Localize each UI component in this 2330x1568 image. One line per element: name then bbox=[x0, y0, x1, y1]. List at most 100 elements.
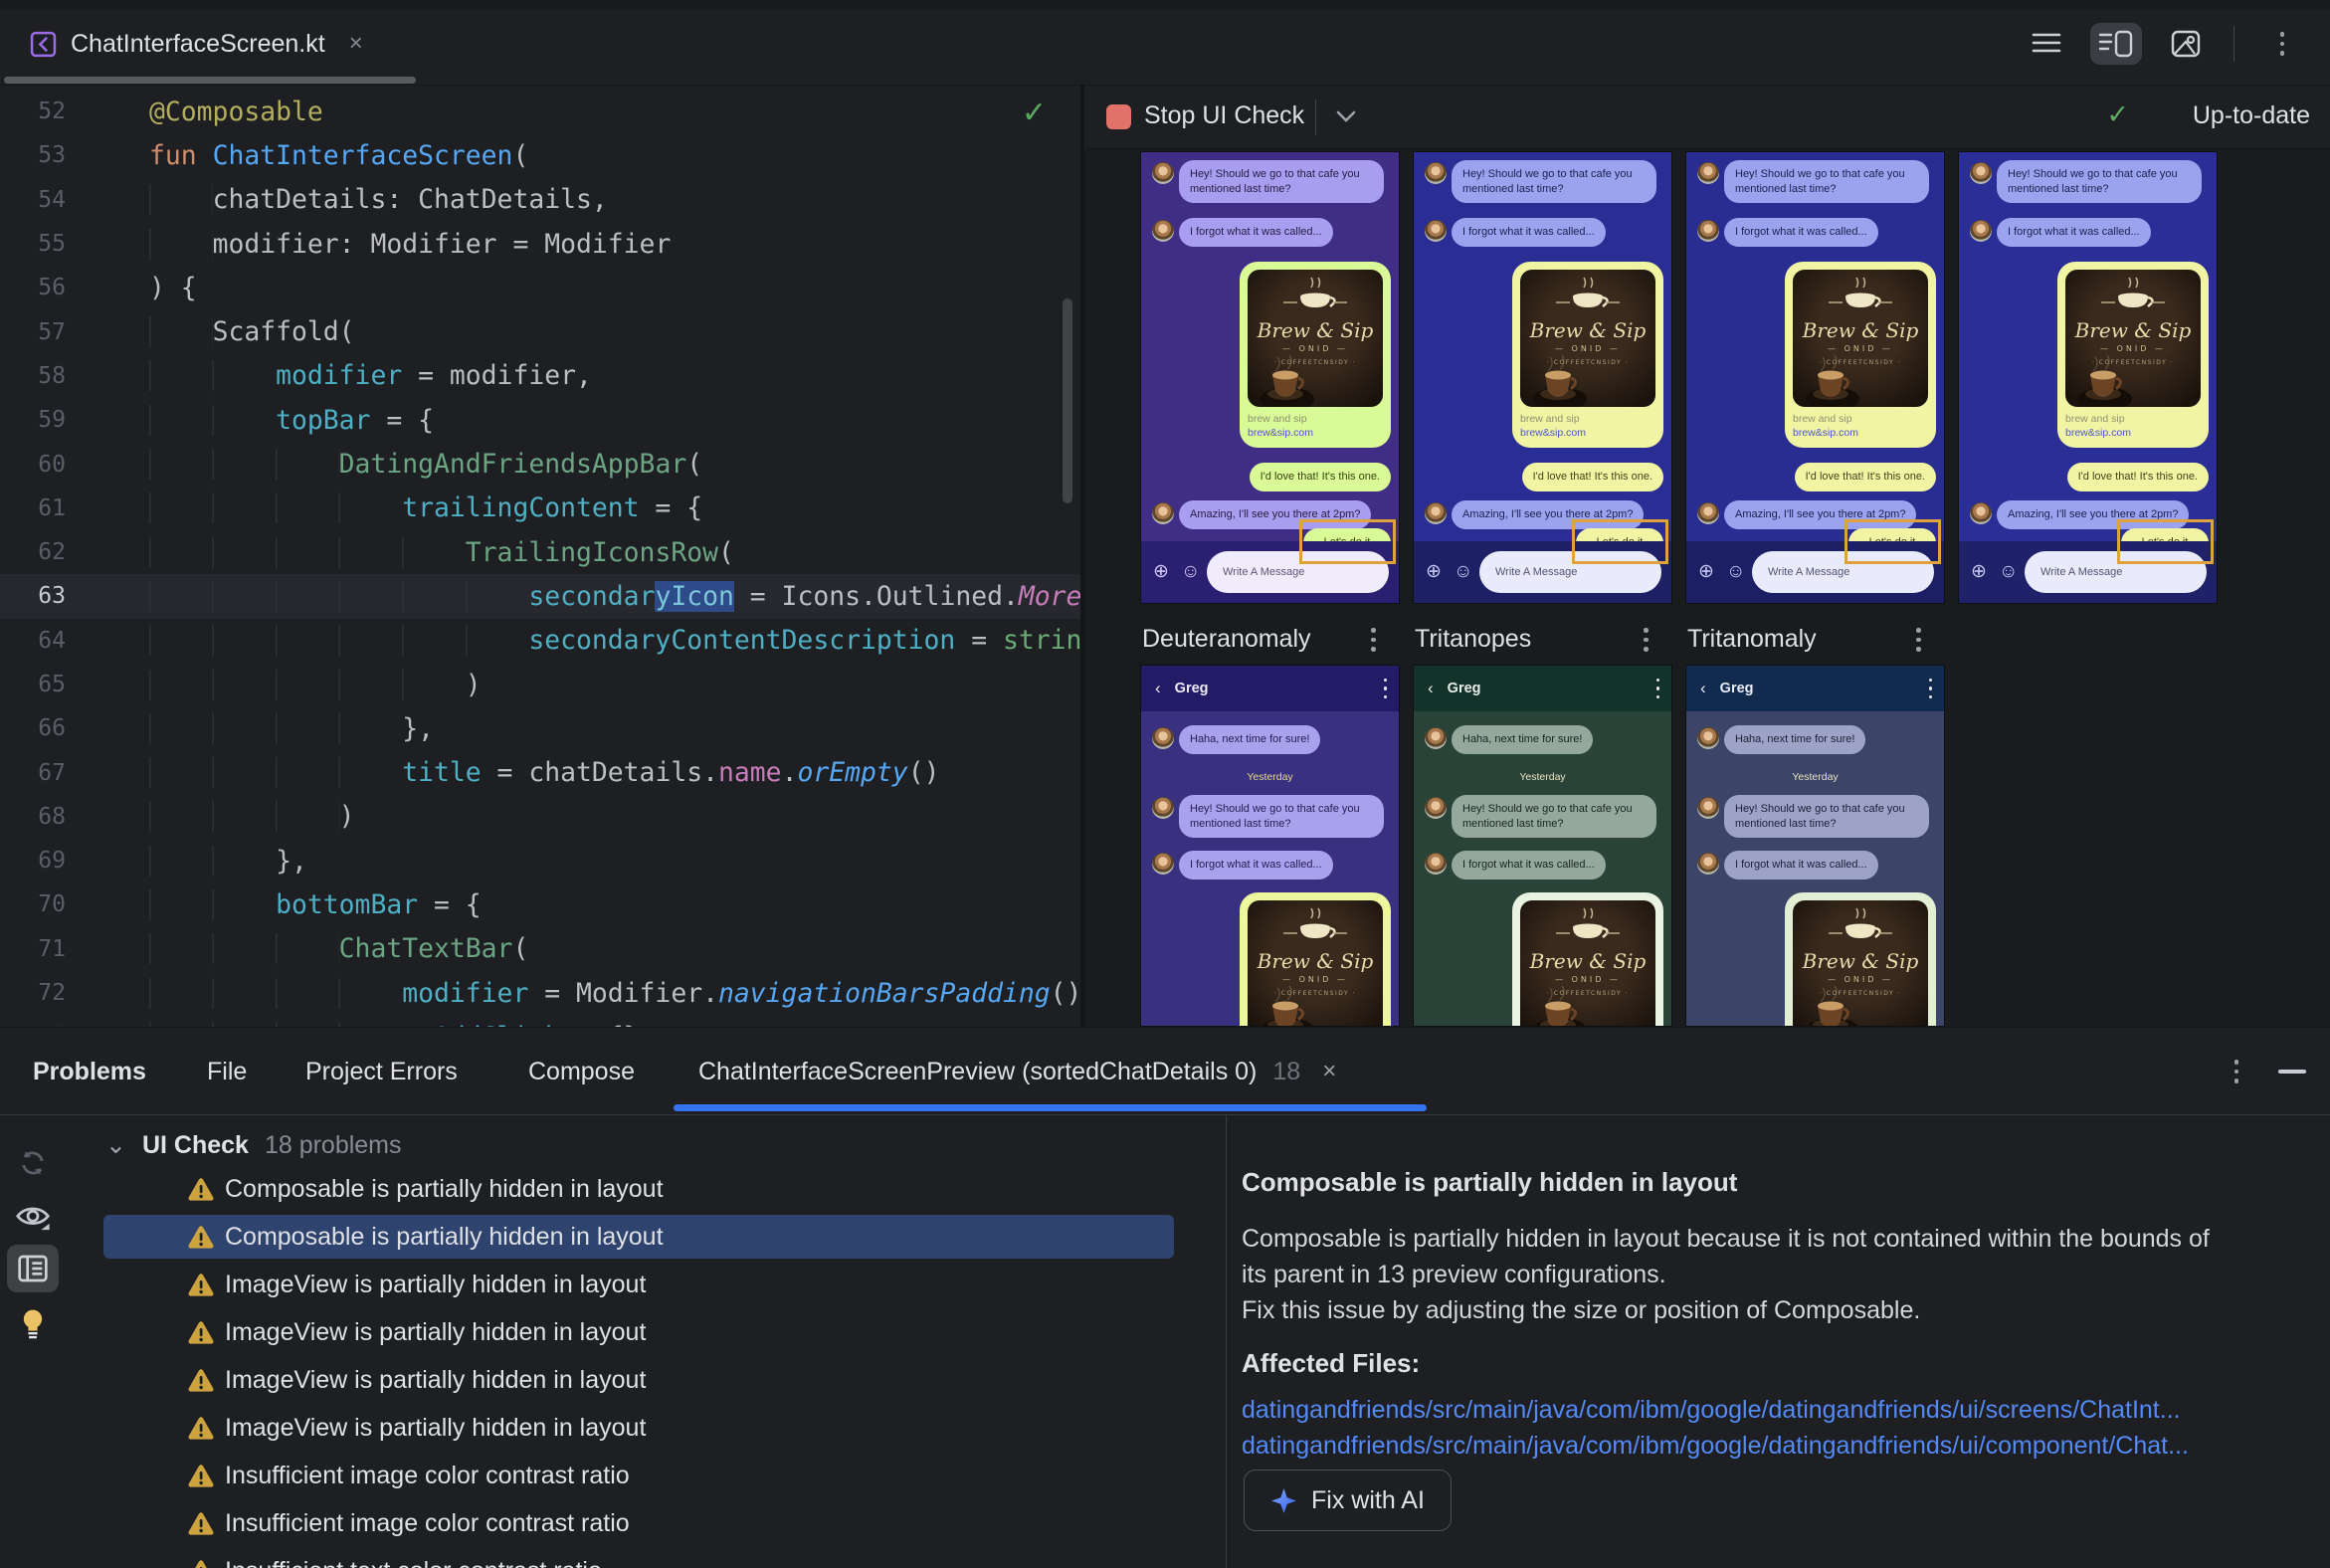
emoji-icon[interactable]: ☺ bbox=[1726, 562, 1745, 581]
line-number: 72 bbox=[38, 980, 66, 1007]
tab-compose[interactable]: Compose bbox=[528, 1028, 635, 1115]
design-view-icon[interactable] bbox=[2160, 23, 2212, 65]
affected-file-link[interactable]: datingandfriends/src/main/java/com/ibm/g… bbox=[1242, 1428, 2189, 1464]
tab-close-icon[interactable]: × bbox=[1322, 1058, 1336, 1085]
editor-options-kebab-icon[interactable] bbox=[2256, 23, 2308, 65]
chat-menu-kebab-icon[interactable] bbox=[1655, 678, 1659, 699]
emoji-icon[interactable]: ☺ bbox=[1999, 562, 2018, 581]
chevron-down-icon[interactable]: ⌄ bbox=[105, 1130, 126, 1160]
affected-file-link[interactable]: datingandfriends/src/main/java/com/ibm/g… bbox=[1242, 1392, 2189, 1428]
code-token: modifier bbox=[402, 977, 529, 1009]
problems-options-kebab-icon[interactable] bbox=[2233, 1060, 2238, 1083]
code-token: }, bbox=[276, 845, 307, 877]
list-details-divider[interactable] bbox=[1226, 1115, 1227, 1568]
chat-bubble: Hey! Should we go to that cafe you menti… bbox=[1452, 795, 1656, 838]
problem-item[interactable]: ImageView is partially hidden in layout bbox=[103, 1263, 1174, 1306]
uicheck-tree-root[interactable]: ⌄ UI Check 18 problems bbox=[103, 1123, 1174, 1167]
code-line[interactable]: 72 modifier = Modifier.navigationBarsPad… bbox=[0, 971, 1080, 1015]
chat-menu-kebab-icon[interactable] bbox=[1383, 678, 1387, 699]
stop-icon[interactable] bbox=[1106, 104, 1131, 129]
problem-item[interactable]: ImageView is partially hidden in layout bbox=[103, 1310, 1174, 1354]
code-line[interactable]: 62 TrailingIconsRow( bbox=[0, 530, 1080, 574]
back-icon[interactable]: ‹ bbox=[1700, 679, 1706, 698]
card-link[interactable]: brew&sip.com bbox=[2065, 427, 2201, 439]
code-line[interactable]: 68 ) bbox=[0, 795, 1080, 839]
preview-config-kebab-icon[interactable] bbox=[1916, 628, 1921, 652]
svg-text:Brew & Sip: Brew & Sip bbox=[1802, 318, 1919, 342]
chevron-down-icon[interactable] bbox=[1335, 109, 1357, 123]
code-line[interactable]: 58 modifier = modifier, bbox=[0, 354, 1080, 398]
shared-link-card[interactable]: Brew & Sip— ONID —· COFFEETCNSIDY ·brew … bbox=[1240, 262, 1391, 448]
card-link[interactable]: brew&sip.com bbox=[1520, 427, 1655, 439]
tab-close-icon[interactable]: × bbox=[349, 30, 363, 58]
code-line[interactable]: 56) { bbox=[0, 266, 1080, 309]
shared-link-card[interactable]: Brew & Sip— ONID —· COFFEETCNSIDY ·brew … bbox=[1512, 892, 1663, 1026]
preview-config-kebab-icon[interactable] bbox=[1644, 628, 1649, 652]
split-view-icon[interactable] bbox=[2090, 23, 2142, 65]
editor-scrollbar[interactable] bbox=[1063, 298, 1072, 503]
fix-with-ai-button[interactable]: Fix with AI bbox=[1244, 1470, 1452, 1531]
back-icon[interactable]: ‹ bbox=[1155, 679, 1161, 698]
tab-preview-uicheck[interactable]: ChatInterfaceScreenPreview (sortedChatDe… bbox=[698, 1028, 1336, 1115]
inspections-ok-icon[interactable]: ✓ bbox=[1022, 96, 1047, 130]
tab-file[interactable]: File bbox=[207, 1028, 247, 1115]
tab-project-errors[interactable]: Project Errors bbox=[305, 1028, 458, 1115]
chat-menu-kebab-icon[interactable] bbox=[1928, 678, 1932, 699]
shared-link-card[interactable]: Brew & Sip— ONID —· COFFEETCNSIDY ·brew … bbox=[1512, 262, 1663, 448]
editor-tab-chatinterfacescreen[interactable]: ChatInterfaceScreen.kt × bbox=[30, 18, 363, 70]
code-line[interactable]: 70 bottomBar = { bbox=[0, 882, 1080, 926]
preview-phone[interactable]: Hey! Should we go to that cafe you menti… bbox=[1958, 151, 2218, 604]
code-line[interactable]: 59 topBar = { bbox=[0, 398, 1080, 442]
shared-link-card[interactable]: Brew & Sip— ONID —· COFFEETCNSIDY ·brew … bbox=[1785, 262, 1936, 448]
code-line[interactable]: 53 fun ChatInterfaceScreen( bbox=[0, 133, 1080, 177]
code-line[interactable]: 54 chatDetails: ChatDetails, bbox=[0, 178, 1080, 222]
emoji-icon[interactable]: ☺ bbox=[1181, 562, 1200, 581]
code-line[interactable]: 60 DatingAndFriendsAppBar( bbox=[0, 442, 1080, 486]
code-view-icon[interactable] bbox=[2021, 23, 2072, 65]
problem-item[interactable]: ImageView is partially hidden in layout bbox=[103, 1358, 1174, 1402]
code-token: ( bbox=[512, 139, 529, 171]
preview-phone[interactable]: ‹ Greg Haha, next time for sure! Yesterday H… bbox=[1413, 665, 1672, 1027]
minimize-icon[interactable] bbox=[2278, 1070, 2306, 1074]
preview-config-kebab-icon[interactable] bbox=[1371, 628, 1376, 652]
chat-bubble: I'd love that! It's this one. bbox=[2066, 463, 2209, 491]
code-line[interactable]: 61 trailingContent = { bbox=[0, 487, 1080, 530]
shared-link-card[interactable]: Brew & Sip— ONID —· COFFEETCNSIDY ·brew … bbox=[1240, 892, 1391, 1026]
stop-ui-check-button[interactable]: Stop UI Check bbox=[1144, 101, 1304, 130]
card-link[interactable]: brew&sip.com bbox=[1793, 427, 1928, 439]
code-line[interactable]: 73 onAddClick = {} bbox=[0, 1015, 1080, 1027]
preview-phone[interactable]: ‹ Greg Haha, next time for sure! Yesterday H… bbox=[1685, 665, 1945, 1027]
preview-phone[interactable]: Hey! Should we go to that cafe you menti… bbox=[1140, 151, 1400, 604]
add-icon[interactable]: ⊕ bbox=[1426, 562, 1442, 581]
add-icon[interactable]: ⊕ bbox=[1971, 562, 1987, 581]
preview-phone[interactable]: Hey! Should we go to that cafe you menti… bbox=[1413, 151, 1672, 604]
code-line[interactable]: 67 title = chatDetails.name.orEmpty() bbox=[0, 750, 1080, 794]
card-link[interactable]: brew&sip.com bbox=[1248, 427, 1383, 439]
shared-link-card[interactable]: Brew & Sip— ONID —· COFFEETCNSIDY ·brew … bbox=[2057, 262, 2209, 448]
preview-phone[interactable]: Hey! Should we go to that cafe you menti… bbox=[1685, 151, 1945, 604]
indent bbox=[149, 625, 529, 657]
code-line[interactable]: 71 ChatTextBar( bbox=[0, 927, 1080, 971]
preview-phone[interactable]: ‹ Greg Haha, next time for sure! Yesterday H… bbox=[1140, 665, 1400, 1027]
add-icon[interactable]: ⊕ bbox=[1153, 562, 1169, 581]
add-icon[interactable]: ⊕ bbox=[1698, 562, 1714, 581]
emoji-icon[interactable]: ☺ bbox=[1454, 562, 1472, 581]
code-line[interactable]: 57 Scaffold( bbox=[0, 309, 1080, 353]
back-icon[interactable]: ‹ bbox=[1428, 679, 1434, 698]
code-line[interactable]: 55 modifier: Modifier = Modifier bbox=[0, 222, 1080, 266]
code-line[interactable]: 66 }, bbox=[0, 706, 1080, 750]
code-line[interactable]: 63 secondaryIcon = Icons.Outlined.More bbox=[0, 574, 1080, 619]
problem-item[interactable]: Insufficient text color contrast ratio bbox=[103, 1549, 1174, 1568]
problem-item[interactable]: Composable is partially hidden in layout bbox=[103, 1167, 1174, 1211]
code-line[interactable]: 64 secondaryContentDescription = strin bbox=[0, 619, 1080, 663]
problem-item[interactable]: Insufficient image color contrast ratio bbox=[103, 1454, 1174, 1497]
problem-item[interactable]: Composable is partially hidden in layout bbox=[103, 1215, 1174, 1259]
code-line[interactable]: 69 }, bbox=[0, 839, 1080, 882]
problem-item[interactable]: ImageView is partially hidden in layout bbox=[103, 1406, 1174, 1450]
code-line[interactable]: 52 @Composable bbox=[0, 90, 1080, 133]
problem-item[interactable]: Insufficient image color contrast ratio bbox=[103, 1501, 1174, 1545]
shared-link-card[interactable]: Brew & Sip— ONID —· COFFEETCNSIDY ·brew … bbox=[1785, 892, 1936, 1026]
code-editor[interactable]: 52 @Composable 53 fun ChatInterfaceScreen(5… bbox=[0, 86, 1080, 1027]
code-line[interactable]: 65 ) bbox=[0, 663, 1080, 706]
cafe-card-image: Brew & Sip — ONID — · COFFEETCNSIDY · bbox=[1793, 900, 1928, 1026]
